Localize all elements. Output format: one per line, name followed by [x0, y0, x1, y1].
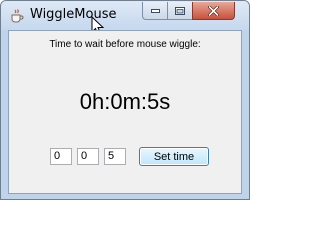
content-panel: Time to wait before mouse wiggle: 0h:0m:…: [8, 30, 242, 194]
close-button[interactable]: [192, 2, 235, 20]
minimize-button[interactable]: [142, 2, 167, 20]
hours-field[interactable]: 0: [50, 148, 72, 165]
wait-label: Time to wait before mouse wiggle:: [49, 39, 201, 50]
seconds-field[interactable]: 5: [104, 148, 126, 165]
app-window: WiggleMouse Time to wait before mouse wi…: [0, 0, 250, 200]
minimize-icon: [150, 8, 160, 13]
countdown-display: 0h:0m:5s: [79, 89, 171, 114]
close-icon: [208, 5, 219, 16]
minutes-field[interactable]: 0: [77, 148, 99, 165]
set-time-button[interactable]: Set time: [139, 147, 209, 166]
maximize-button[interactable]: [167, 2, 192, 20]
java-cup-icon: [11, 9, 24, 23]
title-bar[interactable]: WiggleMouse: [1, 1, 249, 36]
maximize-icon: [175, 6, 185, 15]
